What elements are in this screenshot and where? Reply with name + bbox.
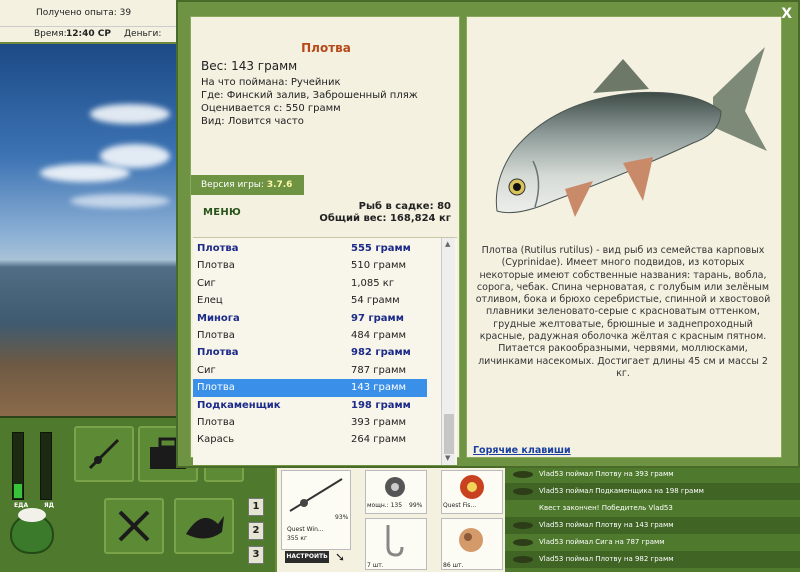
- catch-location: Где: Финский залив, Заброшенный пляж: [201, 90, 418, 101]
- catch-fish-weight: 264 грамм: [351, 434, 407, 446]
- close-button[interactable]: X: [781, 6, 792, 22]
- catch-fish-weight: 555 грамм: [351, 243, 411, 254]
- catch-panel: Плотва Вес: 143 грамм На что поймана: Ру…: [190, 16, 460, 465]
- rod-percent: 93%: [335, 514, 349, 521]
- catch-fish-name: Елец: [197, 295, 223, 307]
- menu-button[interactable]: МЕНЮ: [203, 207, 241, 218]
- catch-fish-name: Плотва: [197, 347, 239, 359]
- fish-weight: Вес: 143 грамм: [201, 59, 298, 73]
- fish-image: [495, 47, 767, 217]
- catch-list-item[interactable]: Сиг 1,085 кг: [193, 275, 427, 292]
- food-pot-icon[interactable]: [10, 508, 54, 554]
- catch-list[interactable]: Плотва 555 грамм Плотва 510 грамм Сиг 1,085 к…: [193, 237, 457, 465]
- food-gauge: [12, 432, 24, 500]
- scroll-up-icon[interactable]: ▲: [445, 240, 450, 248]
- experience-label: Получено опыта: 39: [36, 8, 132, 18]
- time-value: 12:40 СР: [66, 29, 111, 39]
- fish-icon: [513, 539, 533, 546]
- catch-list-item[interactable]: Сиг 787 грамм: [193, 362, 427, 379]
- catch-list-item[interactable]: Карась 264 грамм: [193, 431, 427, 448]
- catch-fish-weight: 982 грамм: [351, 347, 411, 359]
- catch-fish-name: Плотва: [197, 260, 235, 272]
- catch-fish-name: Карась: [197, 434, 235, 446]
- time-label: Время:: [34, 29, 67, 39]
- lake-scene[interactable]: [0, 44, 178, 416]
- bait-count: 86 шт.: [443, 562, 464, 569]
- fish-icon: [513, 488, 533, 495]
- fish-icon: [513, 556, 533, 563]
- catch-fish-name: Плотва: [197, 330, 235, 341]
- rod-label: Quest Win...: [287, 526, 324, 533]
- poison-gauge: [40, 432, 52, 500]
- catch-fish-name: Подкаменщик: [197, 399, 281, 411]
- catch-fish-weight: 54 грамм: [351, 295, 400, 307]
- catch-list-item[interactable]: Минога 97 грамм: [193, 310, 427, 327]
- fishing-rod-icon[interactable]: [74, 426, 134, 482]
- scrollbar[interactable]: ▲ ▼: [441, 238, 455, 465]
- catch-kind: Вид: Ловится часто: [201, 116, 304, 127]
- arrow-icon: ➘: [335, 550, 346, 564]
- fish-icon: [513, 522, 533, 529]
- rod-weight: 355 кг: [287, 535, 308, 542]
- status-bar: Получено опыта: 39 Время: 12:40 СР Деньг…: [0, 0, 178, 65]
- catch-list-item[interactable]: Елец 54 грамм: [193, 292, 427, 309]
- catch-value: Оценивается с: 550 грамм: [201, 103, 341, 114]
- catch-list-item[interactable]: Плотва 393 грамм: [193, 414, 427, 431]
- catch-fish-weight: 198 грамм: [351, 399, 411, 411]
- catch-fish-name: Плотва: [197, 382, 235, 394]
- hotkeys-link[interactable]: Горячие клавиши: [473, 445, 571, 456]
- total-weight: Общий вес: 168,824 кг: [319, 213, 451, 224]
- catch-list-item[interactable]: Плотва 982 грамм: [193, 344, 427, 361]
- log-entry: Vlad53 поймал Плотву на 393 грамм: [505, 466, 800, 483]
- catch-fish-weight: 787 грамм: [351, 364, 407, 376]
- game-version: Версия игры: 3.7.6: [191, 175, 304, 195]
- slot-3-button[interactable]: 3: [248, 546, 264, 564]
- reel-percent: 99%: [409, 502, 423, 509]
- catch-list-item[interactable]: Плотва 510 грамм: [193, 257, 427, 274]
- log-entry: Vlad53 поймал Подкаменщика на 198 грамм: [505, 483, 800, 500]
- catch-fish-weight: 510 грамм: [351, 260, 407, 272]
- hook-count: 7 шт.: [367, 562, 384, 569]
- log-entry: Vlad53 поймал Сига на 787 грамм: [505, 534, 800, 551]
- catch-list-item[interactable]: Плотва 484 грамм: [193, 327, 427, 344]
- catch-list-item[interactable]: Плотва 143 грамм: [193, 379, 427, 397]
- log-entry: Vlad53 поймал Плотву на 982 грамм: [505, 551, 800, 568]
- fish-title: Плотва: [301, 41, 351, 55]
- setup-button[interactable]: НАСТРОИТЬ: [285, 551, 329, 563]
- fish-icon[interactable]: [174, 498, 234, 554]
- catch-fish-name: Плотва: [197, 243, 239, 254]
- catch-fish-name: Минога: [197, 312, 240, 324]
- fish-icon: [513, 471, 533, 478]
- slot-1-button[interactable]: 1: [248, 498, 264, 516]
- cutlery-icon[interactable]: [104, 498, 164, 554]
- event-log: Vlad53 поймал Плотву на 393 грамм Vlad53…: [505, 466, 800, 572]
- fish-description: Плотва (Rutilus rutilus) - вид рыб из се…: [475, 245, 771, 379]
- fish-description-panel: Плотва (Rutilus rutilus) - вид рыб из се…: [466, 16, 782, 458]
- log-entry: Квест закончен! Победитель Vlad53: [539, 504, 673, 512]
- caught-on: На что поймана: Ручейник: [201, 77, 341, 88]
- scroll-thumb[interactable]: [444, 414, 454, 454]
- catch-fish-name: Сиг: [197, 277, 216, 289]
- catch-fish-weight: 484 грамм: [351, 330, 407, 341]
- poison-label: ЯД: [44, 502, 54, 509]
- money-label: Деньги:: [124, 29, 162, 39]
- catch-fish-name: Плотва: [197, 417, 235, 428]
- line-label: Quest Fis...: [443, 502, 477, 509]
- catch-fish-weight: 97 грамм: [351, 312, 404, 324]
- log-entry: Vlad53 поймал Плотву на 143 грамм: [505, 517, 800, 534]
- cage-count: Рыб в садке: 80: [358, 201, 451, 212]
- catch-fish-weight: 393 грамм: [351, 417, 407, 428]
- reel-power: мощн.: 135: [367, 502, 403, 509]
- slot-2-button[interactable]: 2: [248, 522, 264, 540]
- catch-list-item[interactable]: Подкаменщик 198 грамм: [193, 397, 427, 414]
- catch-fish-weight: 1,085 кг: [351, 277, 395, 289]
- scroll-down-icon[interactable]: ▼: [445, 454, 450, 462]
- catch-fish-weight: 143 грамм: [351, 382, 407, 394]
- catch-fish-name: Сиг: [197, 364, 216, 376]
- time-money-row: Время: 12:40 СР Деньги:: [0, 26, 178, 65]
- catch-list-item[interactable]: Плотва 555 грамм: [193, 240, 427, 257]
- fish-info-dialog: X Плотва Вес: 143 грамм На что поймана: …: [176, 0, 800, 468]
- gear-panel: Quest Win... 355 кг 93% мощн.: 135 99% Q…: [275, 466, 505, 572]
